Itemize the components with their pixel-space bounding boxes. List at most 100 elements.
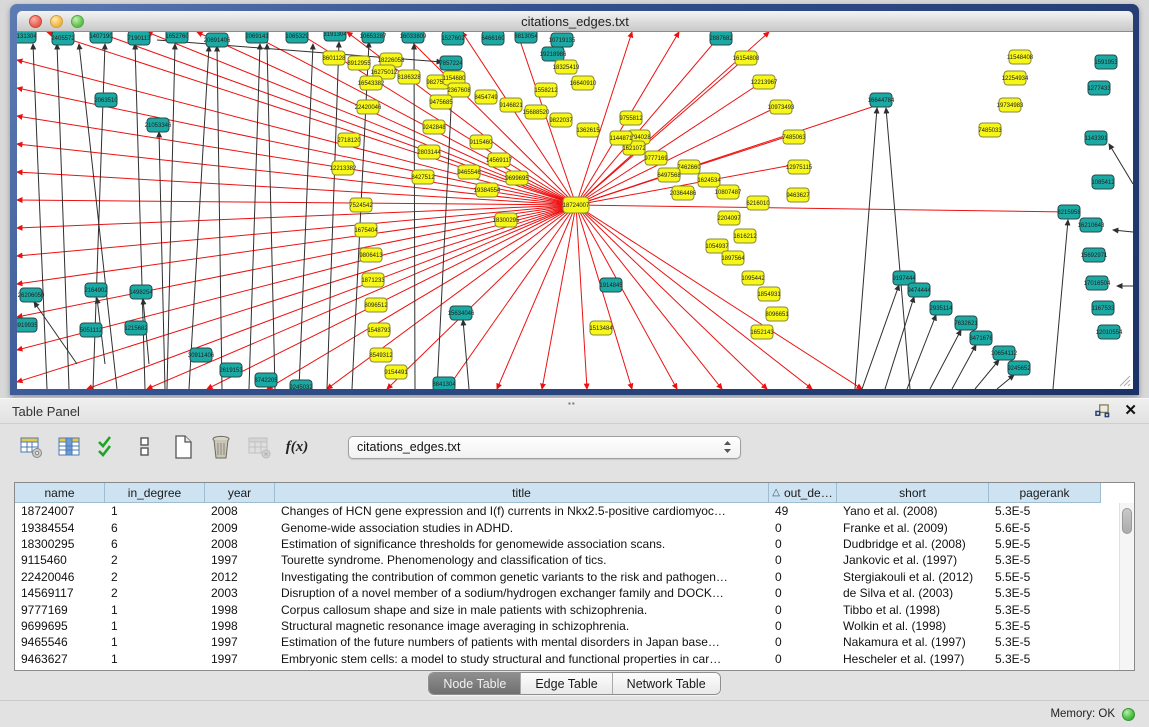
graph-node[interactable]: 17016504 xyxy=(1084,276,1111,290)
graph-node[interactable]: 12213382 xyxy=(330,161,357,175)
graph-node[interactable]: 16543382 xyxy=(358,76,385,90)
graph-node[interactable]: 18325419 xyxy=(553,60,580,74)
graph-node[interactable]: 6216010 xyxy=(746,196,770,210)
table-row[interactable]: 969969511998Structural magnetic resonanc… xyxy=(15,618,1119,634)
graph-node[interactable]: 16210643 xyxy=(1078,218,1105,232)
graph-node[interactable]: 3919935 xyxy=(17,318,38,332)
graph-node[interactable]: 2069141 xyxy=(245,32,269,43)
row-height-icon[interactable] xyxy=(132,434,158,460)
graph-node[interactable]: 2887682 xyxy=(709,32,733,45)
graph-node[interactable]: 1652760 xyxy=(165,32,189,43)
graph-node[interactable]: 19734983 xyxy=(997,98,1024,112)
graph-node[interactable]: 19384554 xyxy=(474,183,501,197)
network-canvas[interactable]: 8131304240557214071907190113165276020691… xyxy=(17,32,1133,389)
graph-node[interactable]: 1215682 xyxy=(124,321,148,335)
column-header-short[interactable]: short xyxy=(837,483,989,503)
graph-node[interactable]: 7462660 xyxy=(677,160,701,174)
graph-node[interactable]: 9806413 xyxy=(359,248,383,262)
graph-node[interactable]: 1652143 xyxy=(750,325,774,339)
graph-node[interactable]: 2803144 xyxy=(417,145,441,159)
graph-node[interactable]: 2935114 xyxy=(930,301,954,315)
graph-node[interactable]: 1871233 xyxy=(361,273,385,287)
graph-node[interactable]: 11548408 xyxy=(1007,50,1034,64)
minimize-window-icon[interactable] xyxy=(50,15,63,28)
graph-node[interactable]: 1065329 xyxy=(285,32,309,43)
table-panel-titlebar[interactable]: ▪▪ Table Panel ✕ xyxy=(0,398,1149,424)
graph-node[interactable]: 8471676 xyxy=(969,331,993,345)
graph-node[interactable]: 8549312 xyxy=(369,348,393,362)
vertical-scrollbar[interactable] xyxy=(1119,503,1134,670)
table-row[interactable]: 2242004622012Investigating the contribut… xyxy=(15,569,1119,585)
graph-node[interactable]: 5051112 xyxy=(80,323,103,337)
table-row[interactable]: 946554611997Estimation of the future num… xyxy=(15,634,1119,650)
graph-node[interactable]: 8131304 xyxy=(17,32,37,43)
graph-node[interactable]: 7485063 xyxy=(782,130,806,144)
graph-node[interactable]: 1277433 xyxy=(1087,81,1111,95)
graph-node[interactable]: 7632621 xyxy=(954,316,978,330)
tab-node-table[interactable]: Node Table xyxy=(429,673,521,694)
graph-node[interactable]: 14569117 xyxy=(486,153,513,167)
graph-node[interactable]: 8186328 xyxy=(397,70,421,84)
table-row[interactable]: 1456911722003Disruption of a novel membe… xyxy=(15,585,1119,601)
graph-node[interactable]: 22420046 xyxy=(355,100,382,114)
graph-node[interactable]: 6466160 xyxy=(481,32,505,45)
graph-node[interactable]: 10973493 xyxy=(768,100,795,114)
tab-edge-table[interactable]: Edge Table xyxy=(521,673,612,694)
graph-node[interactable]: 1624534 xyxy=(697,173,721,187)
graph-node[interactable]: 3191304 xyxy=(323,32,347,41)
new-table-icon[interactable] xyxy=(170,434,196,460)
zoom-window-icon[interactable] xyxy=(71,15,84,28)
graph-node[interactable]: 8215958 xyxy=(1057,205,1081,219)
graph-node[interactable]: 9242848 xyxy=(422,120,446,134)
window-titlebar[interactable]: citations_edges.txt xyxy=(17,11,1133,32)
graph-node[interactable]: 1914845 xyxy=(599,278,623,292)
graph-node[interactable]: 7857224 xyxy=(439,56,463,70)
graph-node[interactable]: 12213967 xyxy=(751,75,778,89)
column-header-out_de[interactable]: △out_de… xyxy=(769,483,837,503)
close-panel-icon[interactable]: ✕ xyxy=(1124,404,1137,418)
graph-node[interactable]: 9146821 xyxy=(499,98,523,112)
graph-node[interactable]: 9699695 xyxy=(505,171,529,185)
graph-node[interactable]: 16644784 xyxy=(868,93,895,107)
graph-node[interactable]: 8912955 xyxy=(347,56,371,70)
panel-drag-handle-icon[interactable]: ▪▪ xyxy=(568,399,576,408)
graph-node[interactable]: 1854931 xyxy=(757,287,781,301)
delete-table-icon[interactable] xyxy=(208,434,234,460)
graph-node[interactable]: 2367608 xyxy=(447,83,471,97)
graph-node[interactable]: 20691406 xyxy=(204,33,231,47)
resize-grip-icon[interactable] xyxy=(1115,371,1131,387)
graph-node[interactable]: 16033809 xyxy=(400,32,427,43)
graph-node[interactable]: 1095442 xyxy=(741,271,765,285)
graph-node[interactable]: 15688520 xyxy=(523,105,550,119)
graph-node[interactable]: 26206050 xyxy=(18,288,45,302)
column-header-year[interactable]: year xyxy=(205,483,275,503)
graph-node[interactable]: 12975115 xyxy=(786,160,813,174)
graph-node[interactable]: 9115460 xyxy=(470,135,494,149)
graph-node[interactable]: 1085412 xyxy=(1091,175,1115,189)
graph-node[interactable]: 2164902 xyxy=(84,283,108,297)
graph-node[interactable]: 2619153 xyxy=(219,363,243,377)
column-header-title[interactable]: title xyxy=(275,483,769,503)
graph-node[interactable]: 2718120 xyxy=(337,133,361,147)
graph-node[interactable]: 1498254 xyxy=(129,285,153,299)
graph-node[interactable]: 2063510 xyxy=(94,93,118,107)
graph-node[interactable]: 10654112 xyxy=(991,346,1018,360)
table-row[interactable]: 1830029562008Estimation of significance … xyxy=(15,536,1119,552)
graph-node[interactable]: 8601128 xyxy=(323,51,347,65)
table-row[interactable]: 1872400712008Changes of HCN gene express… xyxy=(15,503,1119,519)
graph-node[interactable]: 8096651 xyxy=(765,307,789,321)
graph-node[interactable]: 6497568 xyxy=(657,168,681,182)
graph-node[interactable]: 8813054 xyxy=(514,32,538,43)
graph-hub-node[interactable]: 18724007 xyxy=(563,197,590,213)
graph-node[interactable]: 7524542 xyxy=(349,198,373,212)
graph-node[interactable]: 8427512 xyxy=(411,170,435,184)
graph-node[interactable]: 16640910 xyxy=(570,76,597,90)
select-all-icon[interactable] xyxy=(94,434,120,460)
graph-node[interactable]: 2204097 xyxy=(717,211,741,225)
graph-node[interactable]: 1513484 xyxy=(589,321,613,335)
graph-node[interactable]: 9822037 xyxy=(549,113,573,127)
graph-node[interactable]: 1144871 xyxy=(610,131,634,145)
graph-node[interactable]: 15692971 xyxy=(1081,248,1108,262)
graph-node[interactable]: 1897564 xyxy=(721,251,745,265)
tab-network-table[interactable]: Network Table xyxy=(613,673,720,694)
